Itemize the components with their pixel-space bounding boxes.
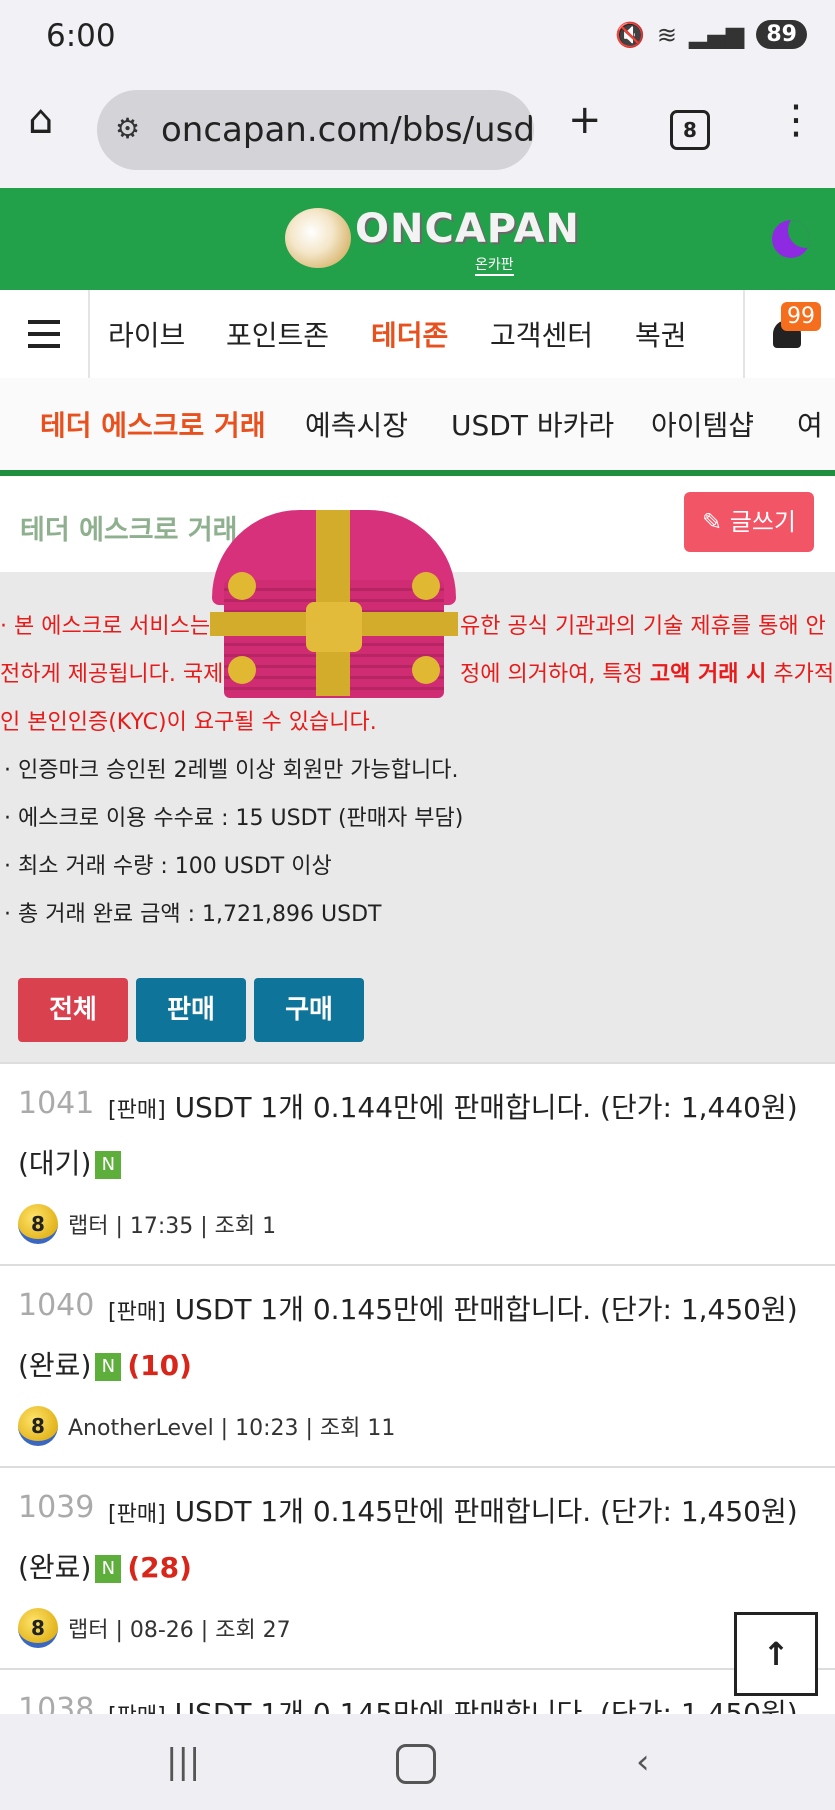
notice-line-3: 인 본인인증(KYC)이 요구될 수 있습니다.: [0, 710, 377, 735]
notification-badge: 99: [781, 302, 821, 331]
nav-item-customer-center[interactable]: 고객센터: [490, 314, 593, 354]
subnav-prediction-market[interactable]: 예측시장: [305, 404, 408, 444]
board-title: 테더 에스크로 거래: [20, 515, 238, 546]
nav-item-lottery[interactable]: 복권: [635, 314, 687, 354]
site-settings-icon[interactable]: ⚙: [115, 112, 140, 145]
notice-line-4: · 인증마크 승인된 2레벨 이상 회원만 가능합니다.: [4, 758, 459, 783]
post-tag: [판매]: [108, 1502, 166, 1527]
nav-item-point-zone[interactable]: 포인트존: [226, 314, 329, 354]
filter-all-button[interactable]: 전체: [18, 978, 128, 1042]
url-text[interactable]: oncapan.com/bbs/usdt: [161, 110, 534, 150]
signal-icon: ▂▄▆: [689, 20, 745, 49]
comment-count: (28): [127, 1551, 192, 1584]
notice-line-5: · 에스크로 이용 수수료 : 15 USDT (판매자 부담): [4, 806, 464, 831]
notice-line-2c: 추가적: [766, 662, 835, 687]
post-meta: 랩터 | 17:35 | 조회 1: [68, 1214, 277, 1239]
notice-line-2a: 전하게 제공됩니다. 국제: [0, 662, 224, 687]
post-tag: [판매]: [108, 1098, 166, 1123]
subnav-item-shop[interactable]: 아이템샵: [651, 404, 754, 444]
level-badge-icon: 8: [18, 1608, 58, 1648]
post-tag: [판매]: [108, 1300, 166, 1325]
list-item[interactable]: 1041 [판매] USDT 1개 0.144만에 판매합니다. (단가: 1,…: [0, 1062, 835, 1264]
home-icon[interactable]: ⌂: [28, 100, 53, 140]
post-title[interactable]: USDT 1개 0.144만에 판매합니다. (단가: 1,440원): [175, 1091, 798, 1124]
new-badge: N: [95, 1555, 122, 1583]
comment-count: (10): [127, 1349, 192, 1382]
post-number: 1041: [18, 1086, 95, 1121]
battery-indicator: 89: [756, 20, 807, 49]
post-meta: 랩터 | 08-26 | 조회 27: [68, 1618, 291, 1643]
scroll-to-top-button[interactable]: ↑: [734, 1612, 818, 1696]
arrow-up-icon: ↑: [762, 1635, 790, 1673]
new-badge: N: [95, 1151, 122, 1179]
recent-apps-icon[interactable]: |||: [166, 1742, 200, 1782]
sub-nav: 테더 에스크로 거래 예측시장 USDT 바카라 아이템샵 여: [0, 378, 835, 476]
notification-button[interactable]: 99: [743, 290, 835, 378]
post-number: 1039: [18, 1490, 95, 1525]
status-bar: 6:00 🔇 ≋ ▂▄▆ 89: [0, 0, 835, 78]
back-icon[interactable]: ‹: [636, 1742, 650, 1782]
write-button-label: 글쓰기: [729, 508, 796, 536]
notice-line-2-bold: 고액 거래 시: [649, 662, 767, 687]
nav-item-live[interactable]: 라이브: [108, 314, 185, 354]
main-nav: 라이브 포인트존 테더존 고객센터 복권 99: [0, 290, 835, 380]
treasure-chest-icon[interactable]: [210, 510, 458, 698]
new-tab-icon[interactable]: +: [568, 100, 602, 140]
logo-cards-icon: [285, 208, 351, 268]
subnav-tether-escrow[interactable]: 테더 에스크로 거래: [40, 404, 266, 444]
dark-mode-toggle-icon[interactable]: [772, 220, 810, 258]
logo-subtext: 온카판: [475, 254, 514, 276]
post-number: 1040: [18, 1288, 95, 1323]
status-time: 6:00: [46, 18, 116, 54]
list-item[interactable]: 1040 [판매] USDT 1개 0.145만에 판매합니다. (단가: 1,…: [0, 1264, 835, 1466]
list-item[interactable]: 1039 [판매] USDT 1개 0.145만에 판매합니다. (단가: 1,…: [0, 1466, 835, 1668]
site-logo[interactable]: ONCAPAN 온카판: [285, 204, 579, 276]
browser-toolbar: ⌂ ⚙ oncapan.com/bbs/usdt + 8 ⋮: [0, 78, 835, 188]
post-number: 1038: [18, 1692, 95, 1716]
level-badge-icon: 8: [18, 1406, 58, 1446]
filter-sell-button[interactable]: 판매: [136, 978, 246, 1042]
post-meta: AnotherLevel | 10:23 | 조회 11: [68, 1416, 396, 1441]
notice-line-2b: 정에 의거하여, 특정: [460, 662, 650, 687]
wifi-icon: ≋: [656, 20, 677, 49]
post-status: (완료): [18, 1349, 92, 1382]
list-item[interactable]: 1038 [판매] USDT 1개 0.145만에 판매합니다. (단가: 1,…: [0, 1668, 835, 1716]
address-bar[interactable]: ⚙ oncapan.com/bbs/usdt: [97, 90, 534, 170]
pencil-icon: ✎: [702, 508, 730, 536]
write-button[interactable]: ✎ 글쓰기: [684, 492, 814, 552]
notice-line-1a: · 본 에스크로 서비스는: [0, 614, 211, 639]
post-title[interactable]: USDT 1개 0.145만에 판매합니다. (단가: 1,450원): [175, 1495, 798, 1528]
new-badge: N: [95, 1353, 122, 1381]
filter-buy-button[interactable]: 구매: [254, 978, 364, 1042]
nav-item-tether-zone[interactable]: 테더존: [371, 314, 448, 354]
notice-line-1b: 유한 공식 기관과의 기술 제휴를 통해 안: [460, 614, 826, 639]
home-button-icon[interactable]: [396, 1744, 436, 1784]
site-header: ONCAPAN 온카판: [0, 188, 835, 290]
tab-switcher-button[interactable]: 8: [670, 110, 710, 150]
menu-icon[interactable]: [0, 290, 90, 378]
notice-line-6: · 최소 거래 수량 : 100 USDT 이상: [4, 854, 332, 879]
system-nav-bar: ||| ‹: [0, 1714, 835, 1810]
post-title[interactable]: USDT 1개 0.145만에 판매합니다. (단가: 1,450원): [175, 1293, 798, 1326]
post-status: (완료): [18, 1551, 92, 1584]
mute-icon: 🔇: [615, 20, 645, 49]
post-status: (대기): [18, 1147, 92, 1180]
notice-line-7: · 총 거래 완료 금액 : 1,721,896 USDT: [4, 902, 382, 927]
subnav-usdt-baccarat[interactable]: USDT 바카라: [451, 404, 614, 444]
subnav-more[interactable]: 여: [797, 404, 823, 444]
level-badge-icon: 8: [18, 1204, 58, 1244]
more-menu-icon[interactable]: ⋮: [776, 100, 816, 140]
logo-text: ONCAPAN: [355, 206, 580, 252]
